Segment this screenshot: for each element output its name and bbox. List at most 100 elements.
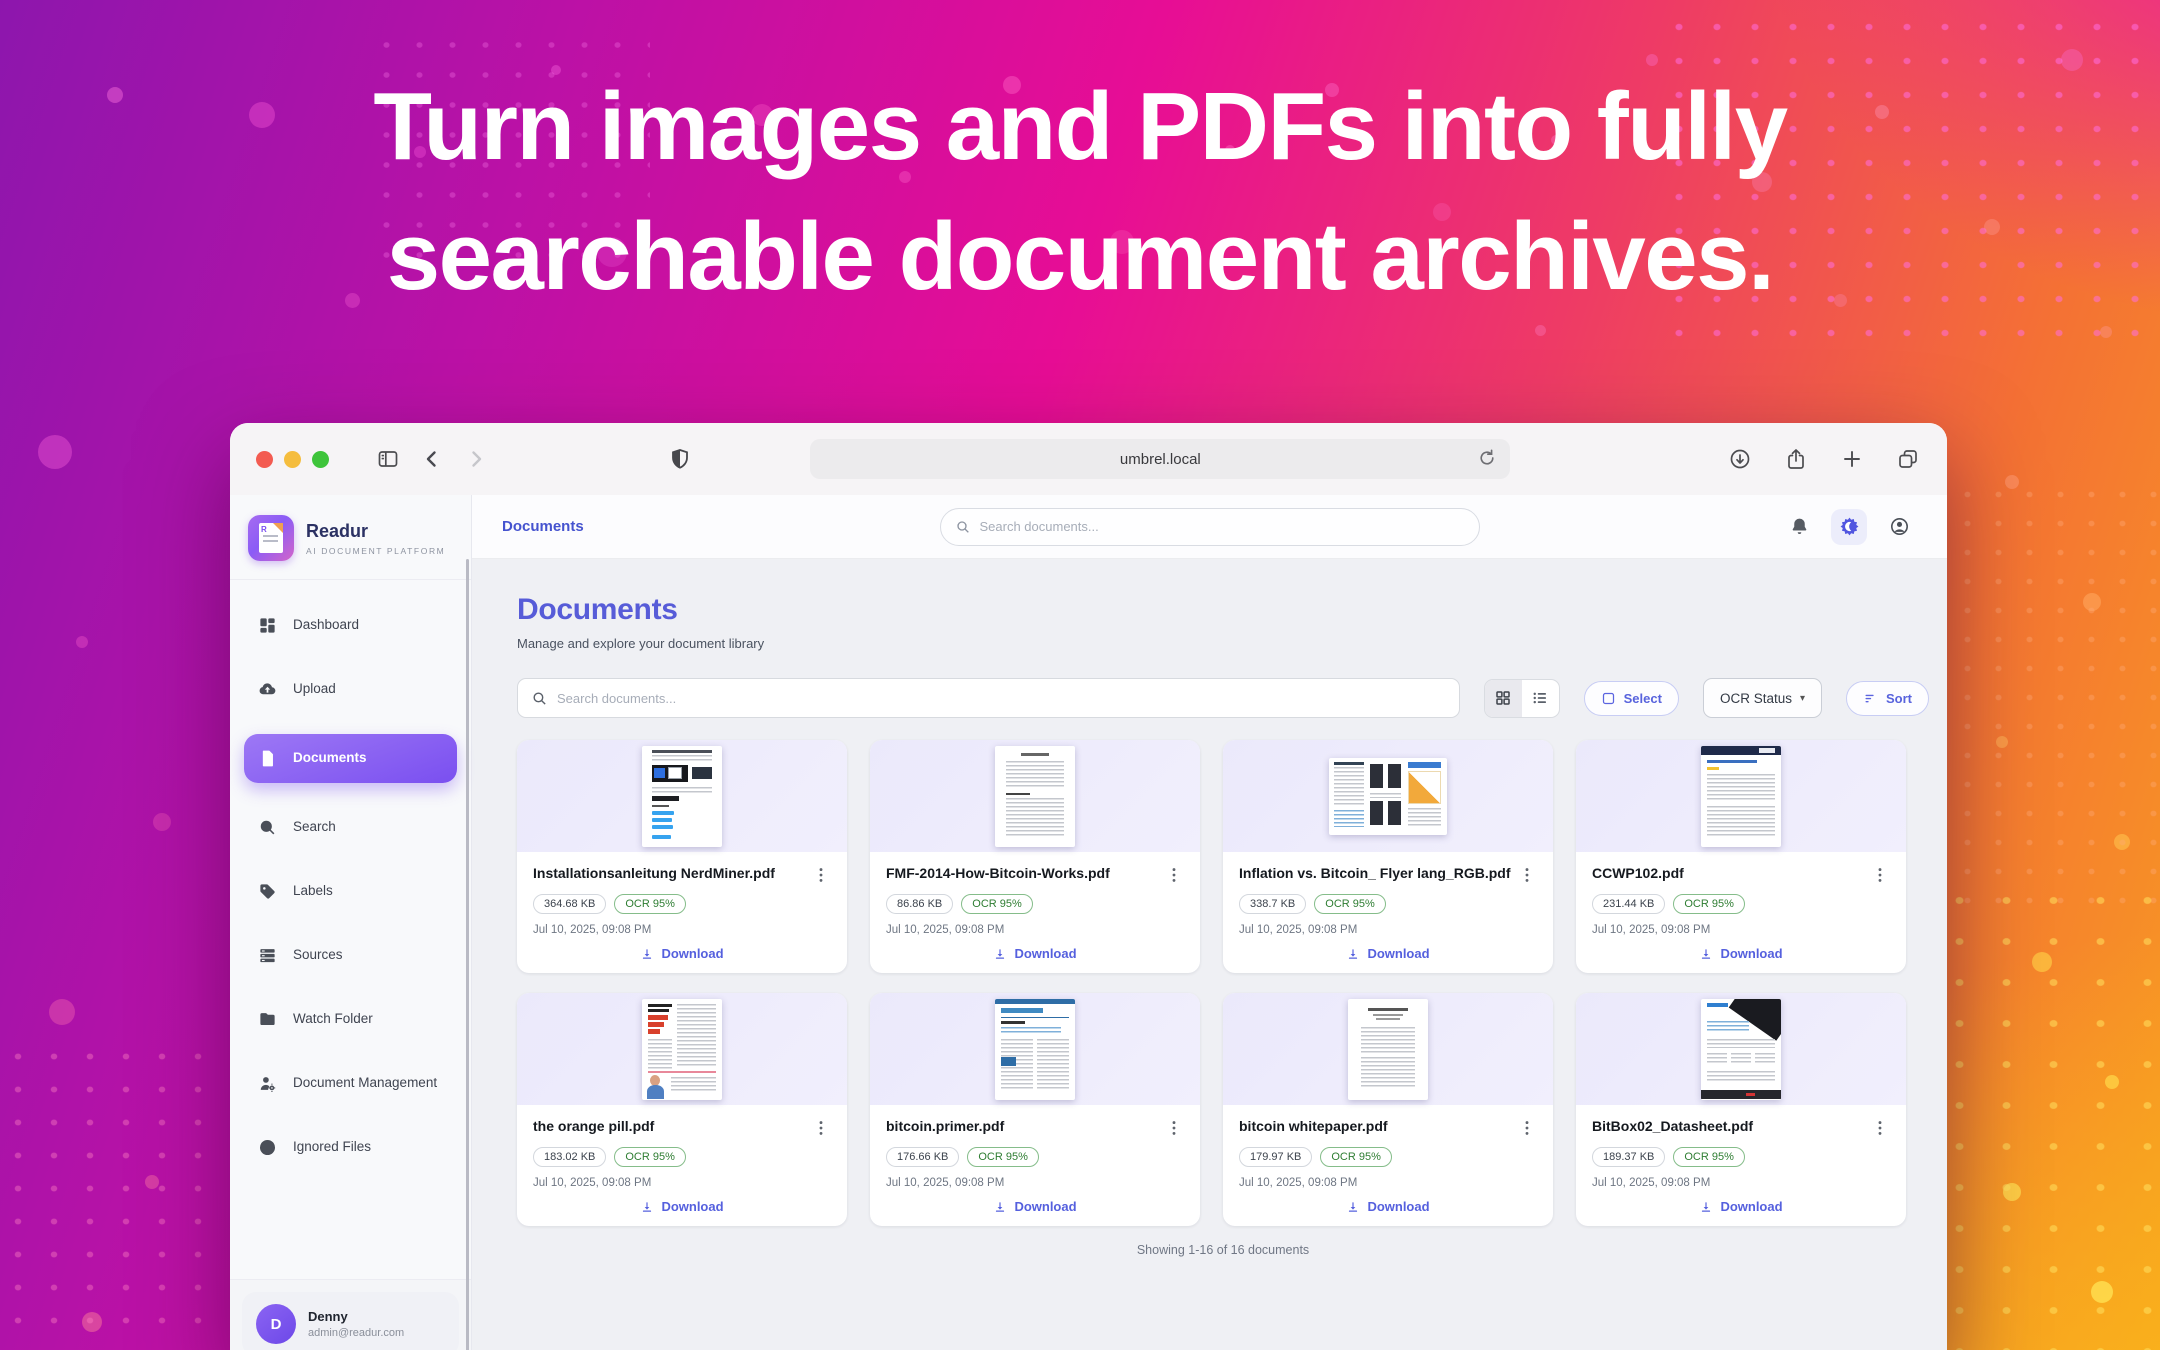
download-link[interactable]: Download — [1239, 946, 1537, 961]
logo-letter: R — [261, 525, 267, 534]
sidebar-item-documents[interactable]: Documents — [244, 734, 457, 783]
download-link[interactable]: Download — [886, 946, 1184, 961]
ocr-status-dropdown[interactable]: OCR Status ▾ — [1703, 678, 1822, 718]
download-icon — [1346, 1200, 1360, 1214]
documents-search-input[interactable] — [557, 691, 1446, 706]
zoom-window-button[interactable] — [312, 451, 329, 468]
download-label: Download — [1367, 1199, 1429, 1214]
checkbox-icon — [1601, 691, 1616, 706]
theme-toggle-icon[interactable] — [1831, 509, 1867, 545]
brand-name: Readur — [306, 521, 445, 542]
reload-icon[interactable] — [1476, 447, 1498, 473]
document-name[interactable]: BitBox02_Datasheet.pdf — [1592, 1118, 1864, 1134]
account-icon[interactable] — [1881, 509, 1917, 545]
document-thumbnail[interactable] — [870, 993, 1200, 1105]
share-icon[interactable] — [1783, 446, 1809, 472]
select-button[interactable]: Select — [1584, 681, 1679, 716]
more-options-icon[interactable] — [1517, 865, 1537, 885]
sidebar-item-label: Document Management — [293, 1074, 437, 1092]
document-name[interactable]: Installationsanleitung NerdMiner.pdf — [533, 865, 805, 881]
sidebar-item-label: Ignored Files — [293, 1138, 371, 1156]
document-name[interactable]: bitcoin.primer.pdf — [886, 1118, 1158, 1134]
sidebar-item-labels[interactable]: Labels — [244, 872, 457, 911]
document-date: Jul 10, 2025, 09:08 PM — [1239, 1177, 1537, 1189]
sidebar-item-ignored-files[interactable]: Ignored Files — [244, 1128, 457, 1167]
download-link[interactable]: Download — [533, 946, 831, 961]
browser-window: umbrel.local — [230, 423, 1947, 1350]
downloads-icon[interactable] — [1727, 446, 1753, 472]
new-tab-icon[interactable] — [1839, 446, 1865, 472]
sidebar-item-label: Sources — [293, 946, 343, 964]
documents-grid: Installationsanleitung NerdMiner.pdf 364… — [517, 740, 1929, 1226]
document-thumbnail[interactable] — [517, 993, 847, 1105]
thumbnail-page — [642, 746, 722, 847]
sidebar-item-watch-folder[interactable]: Watch Folder — [244, 1000, 457, 1039]
decorative-dot — [82, 1312, 102, 1332]
global-search-input[interactable] — [980, 519, 1465, 534]
hero-line-2: searchable document archives. — [0, 192, 2160, 322]
document-thumbnail[interactable] — [1223, 993, 1553, 1105]
sidebar-scrollbar[interactable] — [466, 559, 469, 1350]
more-options-icon[interactable] — [811, 865, 831, 885]
search-icon — [258, 818, 277, 837]
download-label: Download — [661, 1199, 723, 1214]
more-options-icon[interactable] — [1164, 865, 1184, 885]
document-thumbnail[interactable] — [1576, 993, 1906, 1105]
download-link[interactable]: Download — [1592, 946, 1890, 961]
sidebar-item-sources[interactable]: Sources — [244, 936, 457, 975]
file-size-badge: 189.37 KB — [1592, 1147, 1665, 1167]
document-name[interactable]: the orange pill.pdf — [533, 1118, 805, 1134]
download-link[interactable]: Download — [1239, 1199, 1537, 1214]
notifications-bell-icon[interactable] — [1781, 509, 1817, 545]
ocr-status-badge: OCR 95% — [961, 894, 1033, 914]
document-date: Jul 10, 2025, 09:08 PM — [533, 1177, 831, 1189]
more-options-icon[interactable] — [1870, 865, 1890, 885]
thumbnail-page — [1701, 999, 1781, 1100]
grid-view-button[interactable] — [1485, 680, 1522, 717]
document-name[interactable]: Inflation vs. Bitcoin_ Flyer lang_RGB.pd… — [1239, 865, 1511, 881]
document-name[interactable]: CCWP102.pdf — [1592, 865, 1864, 881]
more-options-icon[interactable] — [1164, 1118, 1184, 1138]
privacy-shield-icon[interactable] — [667, 446, 693, 472]
folder-icon — [258, 1010, 277, 1029]
documents-search[interactable] — [517, 678, 1460, 718]
minimize-window-button[interactable] — [284, 451, 301, 468]
sidebar-item-upload[interactable]: Upload — [244, 670, 457, 709]
breadcrumb[interactable]: Documents — [502, 518, 584, 535]
download-link[interactable]: Download — [886, 1199, 1184, 1214]
dot-grid-bottom-left — [0, 1040, 230, 1350]
document-thumbnail[interactable] — [517, 740, 847, 852]
document-thumbnail[interactable] — [870, 740, 1200, 852]
global-search[interactable] — [940, 508, 1480, 546]
decorative-dot — [2105, 1075, 2119, 1089]
more-options-icon[interactable] — [811, 1118, 831, 1138]
sidebar-item-label: Dashboard — [293, 616, 359, 634]
address-bar[interactable]: umbrel.local — [810, 439, 1510, 479]
back-icon[interactable] — [419, 446, 445, 472]
list-view-button[interactable] — [1522, 680, 1559, 717]
sort-button[interactable]: Sort — [1846, 681, 1929, 716]
document-thumbnail[interactable] — [1576, 740, 1906, 852]
document-name[interactable]: bitcoin whitepaper.pdf — [1239, 1118, 1511, 1134]
document-name[interactable]: FMF-2014-How-Bitcoin-Works.pdf — [886, 865, 1158, 881]
close-window-button[interactable] — [256, 451, 273, 468]
ignored-icon — [258, 1138, 277, 1157]
decorative-dot — [1535, 325, 1546, 336]
decorative-dot — [2032, 952, 2052, 972]
forward-icon[interactable] — [463, 446, 489, 472]
document-date: Jul 10, 2025, 09:08 PM — [886, 924, 1184, 936]
sidebar-item-document-management[interactable]: Document Management — [244, 1064, 457, 1103]
tab-overview-icon[interactable] — [1895, 446, 1921, 472]
more-options-icon[interactable] — [1517, 1118, 1537, 1138]
download-link[interactable]: Download — [1592, 1199, 1890, 1214]
more-options-icon[interactable] — [1870, 1118, 1890, 1138]
sidebar-item-dashboard[interactable]: Dashboard — [244, 606, 457, 645]
brand-tagline: AI DOCUMENT PLATFORM — [306, 546, 445, 556]
document-thumbnail[interactable] — [1223, 740, 1553, 852]
sidebar-item-search[interactable]: Search — [244, 808, 457, 847]
user-card[interactable]: D Denny admin@readur.com — [242, 1292, 459, 1350]
download-link[interactable]: Download — [533, 1199, 831, 1214]
sidebar-toggle-icon[interactable] — [375, 446, 401, 472]
view-toggle — [1484, 679, 1560, 718]
decorative-dot — [153, 813, 171, 831]
